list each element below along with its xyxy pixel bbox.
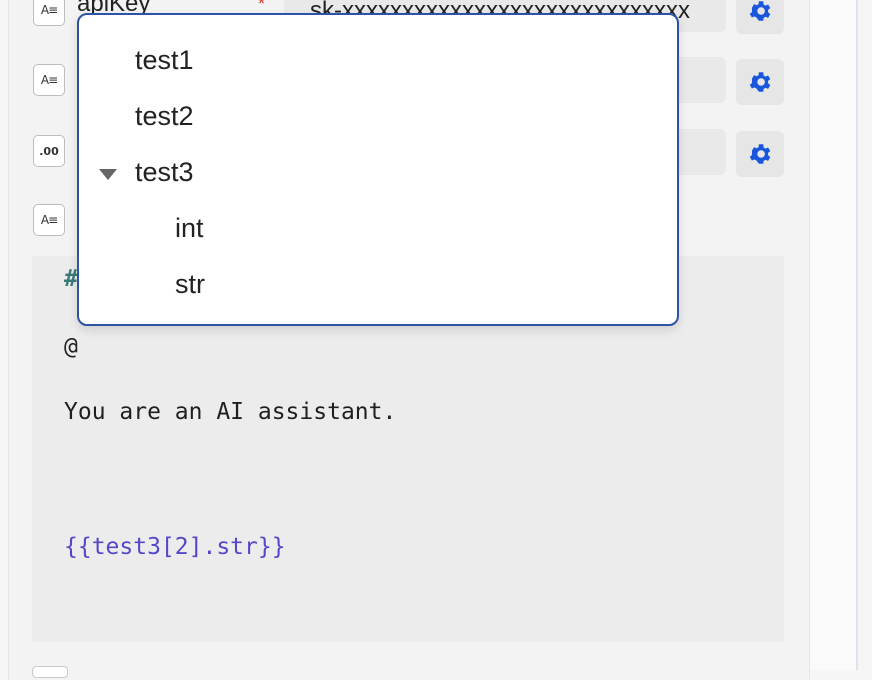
next-row-icon[interactable]: [32, 666, 68, 678]
side-gutter: [809, 0, 856, 670]
dropdown-item-label: test2: [135, 101, 194, 131]
editor-line-mention: @: [64, 334, 78, 360]
dropdown-item-label: int: [175, 213, 204, 243]
dropdown-item-test1[interactable]: test1: [79, 32, 677, 88]
editor-line-heading: #: [64, 266, 78, 292]
number-type-glyph: .00: [39, 144, 59, 158]
number-type-icon[interactable]: .00: [33, 135, 65, 167]
dropdown-item-str[interactable]: str: [79, 256, 677, 312]
text-type-icon[interactable]: A≡: [33, 204, 65, 236]
text-type-glyph: A≡: [40, 73, 58, 87]
dropdown-item-test2[interactable]: test2: [79, 88, 677, 144]
settings-button[interactable]: [736, 0, 784, 34]
variable-dropdown: test1 test2 test3 int str: [77, 13, 679, 326]
settings-button[interactable]: [736, 59, 784, 105]
gear-icon: [749, 1, 771, 21]
dropdown-item-label: test3: [135, 157, 194, 187]
text-type-icon[interactable]: A≡: [33, 64, 65, 96]
gear-icon: [749, 72, 771, 92]
text-type-icon[interactable]: A≡: [33, 0, 65, 26]
editor-line-text: You are an AI assistant.: [64, 399, 397, 425]
dropdown-item-label: test1: [135, 45, 194, 75]
text-type-glyph: A≡: [40, 3, 58, 17]
text-type-glyph: A≡: [40, 213, 58, 227]
dropdown-item-int[interactable]: int: [79, 200, 677, 256]
scrollbar-track[interactable]: [856, 0, 858, 670]
dropdown-item-label: str: [175, 269, 205, 299]
gear-icon: [749, 144, 771, 164]
caret-down-icon[interactable]: [99, 169, 117, 180]
editor-line-variable: {{test3[2].str}}: [64, 534, 286, 560]
dropdown-item-test3[interactable]: test3: [79, 144, 677, 200]
settings-button[interactable]: [736, 131, 784, 177]
